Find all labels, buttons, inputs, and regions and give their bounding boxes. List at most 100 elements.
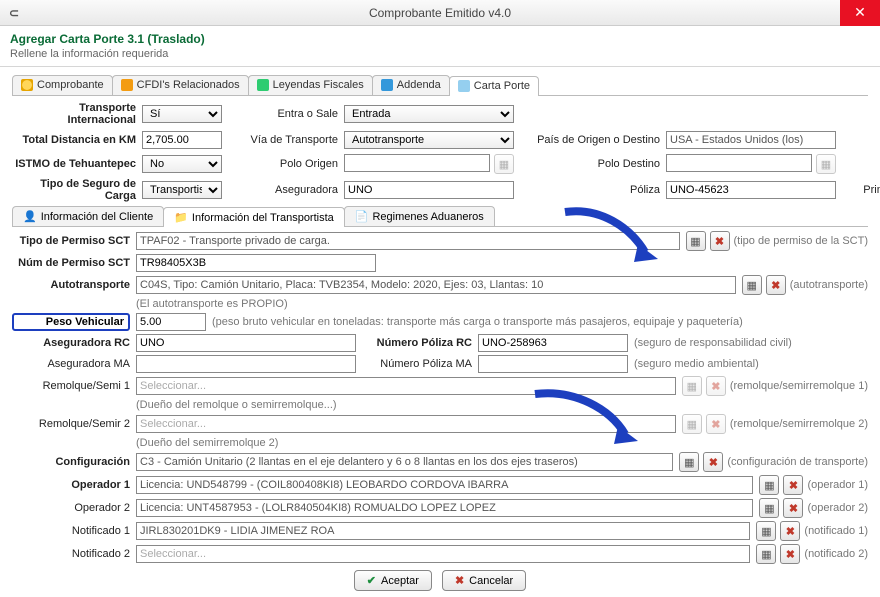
close-button[interactable]: ✕ [840,0,880,26]
tab-regimenes[interactable]: 📄Regimenes Aduaneros [344,206,495,226]
lbl-remolque1: Remolque/Semi 1 [12,380,130,392]
lookup-config-button[interactable]: ▦ [679,452,699,472]
lbl-aseg-rc: Aseguradora RC [12,337,130,349]
hint-autotransporte: (autotransporte) [790,279,868,291]
lbl-peso: Peso Vehicular [12,313,130,331]
sub-autotransporte: (El autotransporte es PROPIO) [136,298,862,310]
window-title: Comprobante Emitido v4.0 [0,6,880,20]
input-config [136,453,673,471]
lookup-op2-button[interactable]: ▦ [759,498,779,518]
clear-not1-button[interactable]: ✖ [780,521,800,541]
tab-label: Regimenes Aduaneros [372,211,483,223]
clear-config-button[interactable]: ✖ [703,452,723,472]
tab-label: Información del Transportista [192,212,334,224]
page-title: Agregar Carta Porte 3.1 (Traslado) [0,26,880,48]
hint-config: (configuración de transporte) [727,456,868,468]
input-remolque2 [136,415,676,433]
lbl-entra-sale: Entra o Sale [228,108,338,120]
input-aseguradora[interactable] [344,181,514,199]
outer-tabs: Comprobante CFDI's Relacionados Leyendas… [12,75,868,96]
check-icon: ✔ [367,574,376,587]
input-num-permiso[interactable] [136,254,376,272]
clear-op1-button[interactable]: ✖ [783,475,803,495]
tab-comprobante[interactable]: Comprobante [12,75,113,95]
lbl-pais: País de Origen o Destino [520,134,660,146]
input-not2[interactable] [136,545,750,563]
lookup-autotransporte-button[interactable]: ▦ [742,275,762,295]
lbl-autotransporte: Autotransporte [12,279,130,291]
input-poliza-ma [478,355,628,373]
lbl-config: Configuración [12,456,130,468]
lbl-poliza-rc: Número Póliza RC [362,337,472,349]
sel-istmo[interactable]: No [142,155,222,173]
lbl-aseguradora: Aseguradora [228,184,338,196]
lbl-remolque2: Remolque/Semir 2 [12,418,130,430]
hint-op2: (operador 2) [807,502,868,514]
clear-remolque1-button: ✖ [706,376,726,396]
lbl-aseg-ma: Aseguradora MA [12,358,130,370]
lookup-not2-button[interactable]: ▦ [756,544,776,564]
app-icon: ⊂ [6,5,22,21]
lookup-remolque1-button: ▦ [682,376,702,396]
lookup-op1-button[interactable]: ▦ [759,475,779,495]
input-poliza[interactable] [666,181,836,199]
tab-info-transportista[interactable]: 📁Información del Transportista [163,207,345,227]
lbl-istmo: ISTMO de Tehuantepec [12,158,136,170]
input-aseg-rc[interactable] [136,334,356,352]
input-distancia[interactable] [142,131,222,149]
input-not1 [136,522,750,540]
lbl-polo-destino: Polo Destino [520,158,660,170]
doc-icon [21,79,33,91]
clear-remolque2-button: ✖ [706,414,726,434]
lbl-op2: Operador 2 [12,502,130,514]
hint-not1: (notificado 1) [804,525,868,537]
lbl-poliza: Póliza [520,184,660,196]
clear-op2-button[interactable]: ✖ [783,498,803,518]
accept-button[interactable]: ✔Aceptar [354,570,432,591]
clear-autotransporte-button[interactable]: ✖ [766,275,786,295]
sel-tipo-seguro[interactable]: Transportista [142,181,222,199]
hint-peso: (peso bruto vehicular en toneladas: tran… [212,316,743,328]
sel-entra-sale[interactable]: Entrada [344,105,514,123]
input-peso[interactable] [136,313,206,331]
lbl-tipo-permiso: Tipo de Permiso SCT [12,235,130,247]
input-op2 [136,499,753,517]
input-polo-origen [344,154,490,172]
inner-tabs: 👤Información del Cliente 📁Información de… [12,206,868,227]
lbl-polo-origen: Polo Origen [228,158,338,170]
clear-tipo-permiso-button[interactable]: ✖ [710,231,730,251]
tab-label: Leyendas Fiscales [273,79,364,91]
tab-label: Comprobante [37,79,104,91]
hint-not2: (notificado 2) [804,548,868,560]
tab-label: Carta Porte [474,80,530,92]
tab-leyendas[interactable]: Leyendas Fiscales [248,75,373,95]
input-pais [666,131,836,149]
lbl-prima: Prima [842,184,880,196]
lookup-remolque2-button: ▦ [682,414,702,434]
input-poliza-rc[interactable] [478,334,628,352]
titlebar: ⊂ Comprobante Emitido v4.0 ✕ [0,0,880,26]
tab-cfdis[interactable]: CFDI's Relacionados [112,75,249,95]
lookup-polo-destino-button: ▦ [816,154,836,174]
input-aseg-ma [136,355,356,373]
lbl-tipo-seguro: Tipo de Seguro de Carga [12,178,136,202]
hint-tipo-permiso: (tipo de permiso de la SCT) [734,235,869,247]
cancel-label: Cancelar [469,575,513,587]
cancel-button[interactable]: ✖Cancelar [442,570,526,591]
lookup-not1-button[interactable]: ▦ [756,521,776,541]
tab-cartaporte[interactable]: Carta Porte [449,76,539,96]
tab-info-cliente[interactable]: 👤Información del Cliente [12,206,164,226]
sub-remolque2: (Dueño del semirremolque 2) [136,437,862,449]
lbl-num-permiso: Núm de Permiso SCT [12,257,130,269]
lookup-tipo-permiso-button[interactable]: ▦ [686,231,706,251]
input-op1 [136,476,753,494]
sel-via[interactable]: Autotransporte [344,131,514,149]
tab-addenda[interactable]: Addenda [372,75,450,95]
hint-op1: (operador 1) [807,479,868,491]
lbl-distancia: Total Distancia en KM [12,134,136,146]
sel-transporte-int[interactable]: Sí [142,105,222,123]
page-subtitle: Rellene la información requerida [0,48,880,67]
input-autotransporte [136,276,736,294]
clear-not2-button[interactable]: ✖ [780,544,800,564]
sub-remolque1: (Dueño del remolque o semirremolque...) [136,399,862,411]
